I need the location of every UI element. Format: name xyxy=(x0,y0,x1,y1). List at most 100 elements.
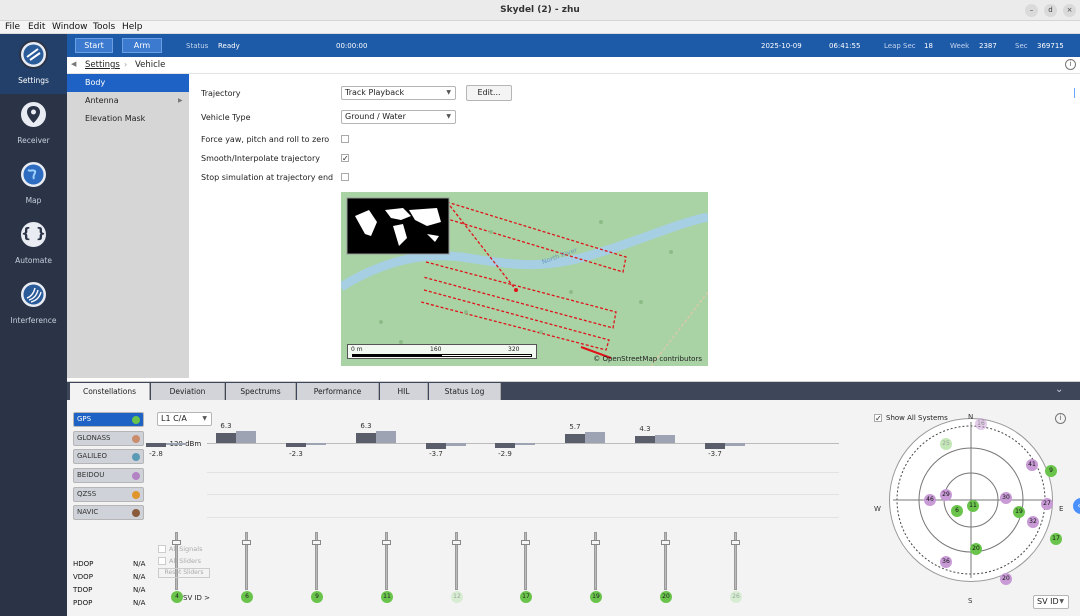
sv-id-badge[interactable]: 19 xyxy=(590,591,602,603)
scale-label-0: 0 m xyxy=(351,346,363,353)
sv-id-badge[interactable]: 12 xyxy=(451,591,463,603)
power-bar-secondary xyxy=(515,443,535,446)
satellite-marker[interactable]: 27 xyxy=(1041,498,1053,510)
satellite-marker[interactable]: 32 xyxy=(1027,516,1039,528)
signal-select[interactable]: L1 C/A ▼ xyxy=(157,412,212,426)
satellite-marker[interactable]: 20 xyxy=(970,543,982,555)
sv-id-badge[interactable]: 4 xyxy=(171,591,183,603)
sv-id-badge[interactable]: 17 xyxy=(520,591,532,603)
breadcrumb-settings[interactable]: Settings xyxy=(85,60,120,70)
system-gps-button[interactable]: GPS xyxy=(73,412,144,427)
reset-sliders-button[interactable]: Reset Sliders xyxy=(158,568,210,578)
subnav-body[interactable]: Body xyxy=(67,74,189,92)
menu-edit[interactable]: Edit xyxy=(28,22,45,32)
constellations-panel: Constellations Deviation Spectrums Perfo… xyxy=(67,381,1080,616)
all-sliders-checkbox[interactable] xyxy=(158,557,166,565)
system-navic-button[interactable]: NAVIC xyxy=(73,505,144,520)
vehicle-type-value: Ground / Water xyxy=(345,112,406,121)
satellite-marker[interactable]: 9 xyxy=(1045,465,1057,477)
close-button[interactable]: × xyxy=(1063,4,1076,17)
sim-time: 06:41:55 xyxy=(829,42,861,50)
sv-id-badge[interactable]: 6 xyxy=(241,591,253,603)
side-panel-toggle[interactable]: ‹ xyxy=(1073,498,1080,514)
sky-plot[interactable]: 16 25 41 9 46 29 30 27 6 11 19 32 17 20 … xyxy=(889,418,1062,585)
trajectory-map[interactable]: North River 0 m 160 320 © OpenStreetMap … xyxy=(341,192,708,366)
satellite-marker[interactable]: 25 xyxy=(940,438,952,450)
sv-id-badge[interactable]: 11 xyxy=(381,591,393,603)
sv-id-select[interactable]: SV ID ▼ xyxy=(1033,595,1069,609)
show-all-systems[interactable]: ✓ Show All Systems xyxy=(874,414,948,423)
start-button[interactable]: Start xyxy=(75,38,113,53)
menu-file[interactable]: File xyxy=(5,22,20,32)
system-qzss-button[interactable]: QZSS xyxy=(73,487,144,502)
satellite-marker[interactable]: 41 xyxy=(1026,459,1038,471)
info-icon[interactable]: i xyxy=(1055,413,1066,424)
system-glonass-button[interactable]: GLONASS xyxy=(73,431,144,446)
menu-tools[interactable]: Tools xyxy=(93,22,115,32)
tab-performance[interactable]: Performance xyxy=(297,383,379,400)
menu-help[interactable]: Help xyxy=(122,22,143,32)
compass-north: N xyxy=(968,413,974,421)
info-icon[interactable]: i xyxy=(1065,59,1076,70)
sv-id-badge[interactable]: 9 xyxy=(311,591,323,603)
tdop-label: TDOP xyxy=(73,586,93,594)
slider-handle[interactable] xyxy=(521,540,530,545)
system-galileo-button[interactable]: GALILEO xyxy=(73,449,144,464)
arm-button[interactable]: Arm xyxy=(122,38,162,53)
sv-id-badge[interactable]: 20 xyxy=(660,591,672,603)
maximize-button[interactable]: d xyxy=(1044,4,1057,17)
back-arrow-icon[interactable]: ◀ xyxy=(71,60,76,68)
slider-handle[interactable] xyxy=(242,540,251,545)
collapse-chevron-icon[interactable]: ⌄ xyxy=(1055,384,1063,395)
braces-icon: { } xyxy=(19,220,48,249)
nav-interference[interactable]: Interference xyxy=(0,274,67,334)
satellite-marker[interactable]: 29 xyxy=(940,489,952,501)
tab-spectrums[interactable]: Spectrums xyxy=(226,383,296,400)
trajectory-select[interactable]: Track Playback ▼ xyxy=(341,86,456,100)
menu-window[interactable]: Window xyxy=(52,22,88,32)
satellite-marker[interactable]: 19 xyxy=(1013,506,1025,518)
satellite-marker[interactable]: 6 xyxy=(951,505,963,517)
power-value-label: 6.3 xyxy=(360,421,372,430)
tab-constellations[interactable]: Constellations xyxy=(70,383,150,400)
tdop-value: N/A xyxy=(133,586,146,594)
slider-handle[interactable] xyxy=(661,540,670,545)
nav-map[interactable]: Map xyxy=(0,154,67,214)
vehicle-type-select[interactable]: Ground / Water ▼ xyxy=(341,110,456,124)
slider-handle[interactable] xyxy=(591,540,600,545)
smooth-trajectory-checkbox[interactable]: ✓ xyxy=(341,154,349,163)
satellite-marker[interactable]: 30 xyxy=(1000,492,1012,504)
slider-handle[interactable] xyxy=(382,540,391,545)
slider-handle[interactable] xyxy=(452,540,461,545)
sv-id-badge[interactable]: 26 xyxy=(730,591,742,603)
trajectory-label: Trajectory xyxy=(201,89,241,98)
expand-arrow-icon[interactable]: ▶ xyxy=(178,97,183,104)
satellite-marker[interactable]: 11 xyxy=(967,500,979,512)
tab-hil[interactable]: HIL xyxy=(380,383,428,400)
status-value: Ready xyxy=(218,42,240,50)
satellite-marker[interactable]: 46 xyxy=(924,494,936,506)
system-beidou-button[interactable]: BEIDOU xyxy=(73,468,144,483)
minimize-button[interactable]: – xyxy=(1025,4,1038,17)
edit-trajectory-button[interactable]: Edit... xyxy=(466,85,512,101)
subnav-elevation-mask[interactable]: Elevation Mask xyxy=(67,110,189,128)
slider-handle[interactable] xyxy=(731,540,740,545)
tab-status-log[interactable]: Status Log xyxy=(429,383,501,400)
satellite-marker[interactable]: 17 xyxy=(1050,533,1062,545)
satellite-marker[interactable]: 16 xyxy=(975,418,987,430)
stop-at-end-checkbox[interactable] xyxy=(341,173,349,181)
subnav-antenna[interactable]: Antenna xyxy=(67,92,189,110)
show-all-systems-checkbox[interactable]: ✓ xyxy=(874,414,882,423)
scroll-indicator[interactable] xyxy=(1074,88,1079,98)
sec-value: 369715 xyxy=(1037,42,1064,50)
nav-receiver[interactable]: Receiver xyxy=(0,94,67,154)
map-attribution[interactable]: © OpenStreetMap contributors xyxy=(593,355,702,363)
all-signals-checkbox[interactable] xyxy=(158,545,166,553)
satellite-marker[interactable]: 36 xyxy=(940,556,952,568)
force-yaw-checkbox[interactable] xyxy=(341,135,349,143)
nav-automate[interactable]: { } Automate xyxy=(0,214,67,274)
nav-settings[interactable]: Settings xyxy=(0,34,67,94)
slider-handle[interactable] xyxy=(312,540,321,545)
satellite-marker[interactable]: 20 xyxy=(1000,573,1012,585)
tab-deviation[interactable]: Deviation xyxy=(151,383,225,400)
